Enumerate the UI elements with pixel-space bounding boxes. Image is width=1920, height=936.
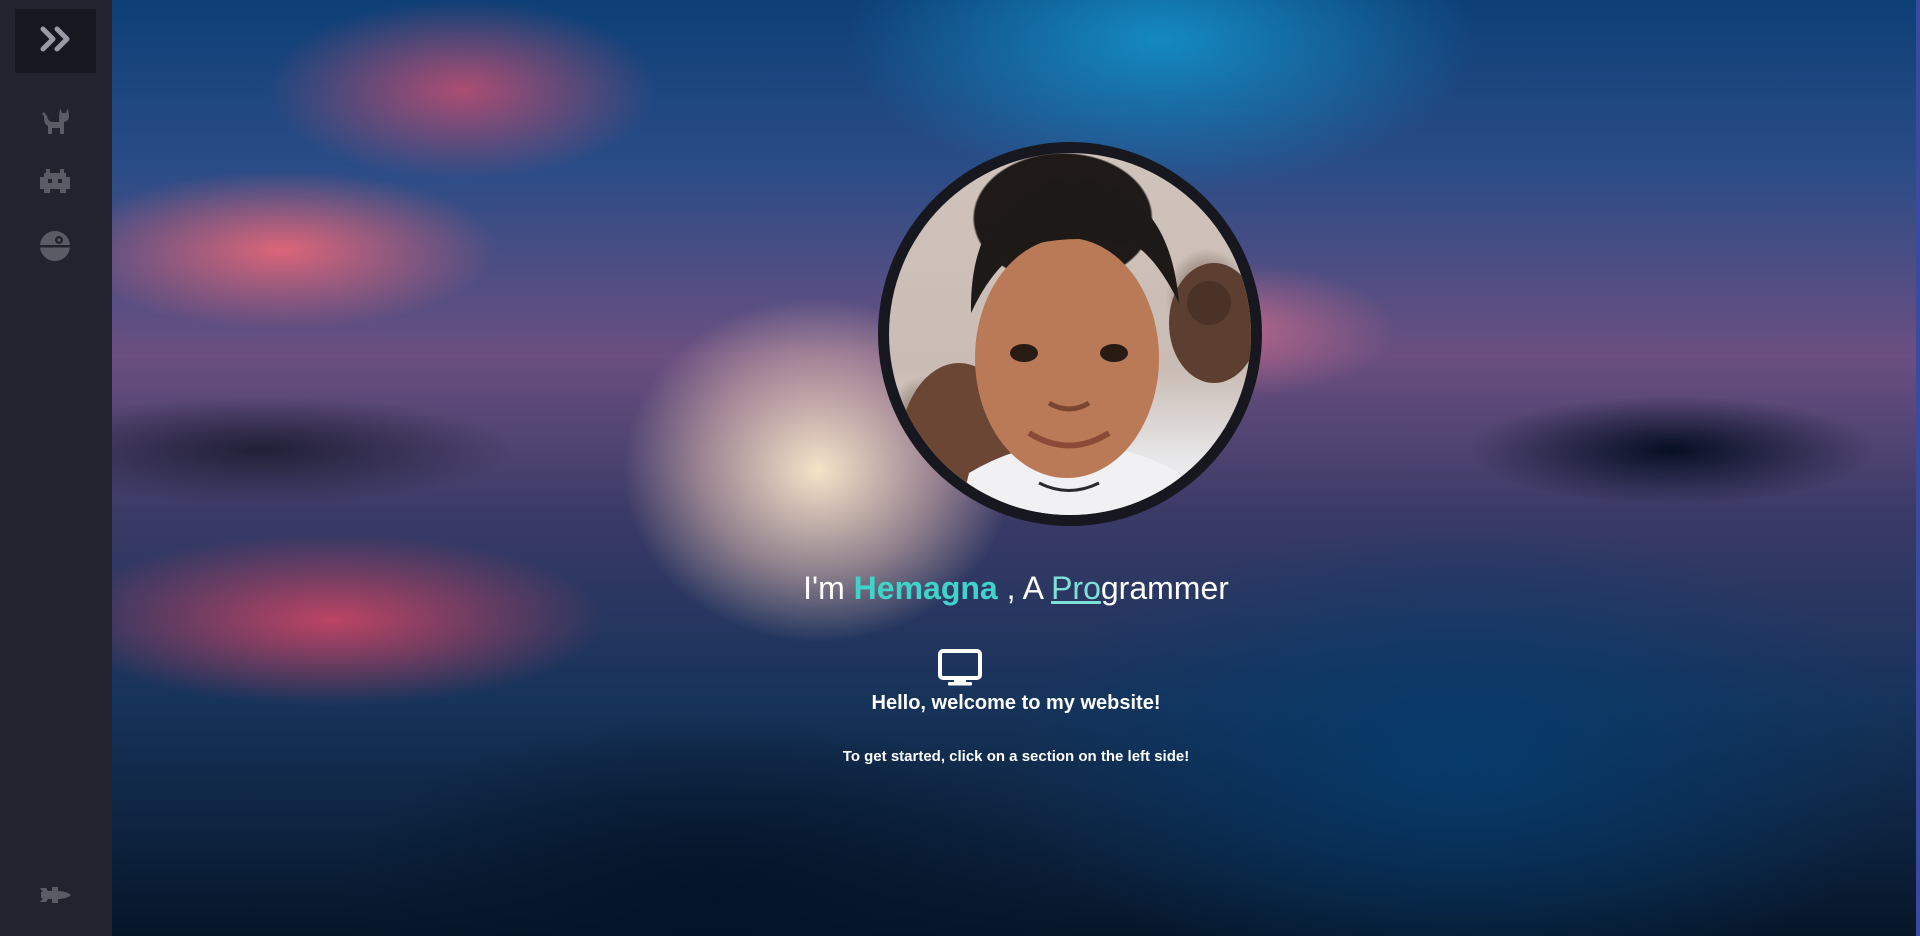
- cat-icon: [38, 104, 72, 142]
- hero-section: I'm Hemagna , A Programmer Hello, welcom…: [112, 0, 1920, 936]
- role-rest: grammer: [1100, 570, 1229, 606]
- intro-headline: I'm Hemagna , A Programmer: [112, 570, 1920, 607]
- space-shuttle-icon: [38, 884, 72, 910]
- sidebar-item-games[interactable]: [34, 163, 76, 205]
- intro-name: Hemagna: [853, 570, 998, 606]
- instruction-text: To get started, click on a section on th…: [842, 748, 1190, 765]
- death-star-icon: [38, 229, 72, 267]
- welcome-text: Hello, welcome to my website!: [871, 692, 1161, 714]
- sidebar-item-projects[interactable]: [34, 227, 76, 269]
- intro-prefix: I'm: [803, 570, 854, 606]
- double-chevron-right-icon: [39, 26, 73, 56]
- intro-mid: , A: [997, 570, 1052, 606]
- avatar: [878, 142, 1262, 526]
- profile-photo: [889, 153, 1251, 515]
- desktop-monitor-icon: [937, 648, 983, 688]
- sidebar-item-launch[interactable]: [34, 876, 76, 918]
- typed-role-text: Pro: [1051, 570, 1101, 606]
- sidebar-toggle-button[interactable]: [15, 9, 96, 73]
- sidebar: [0, 0, 112, 936]
- sidebar-item-cat[interactable]: [34, 102, 76, 144]
- space-invader-icon: [38, 167, 72, 201]
